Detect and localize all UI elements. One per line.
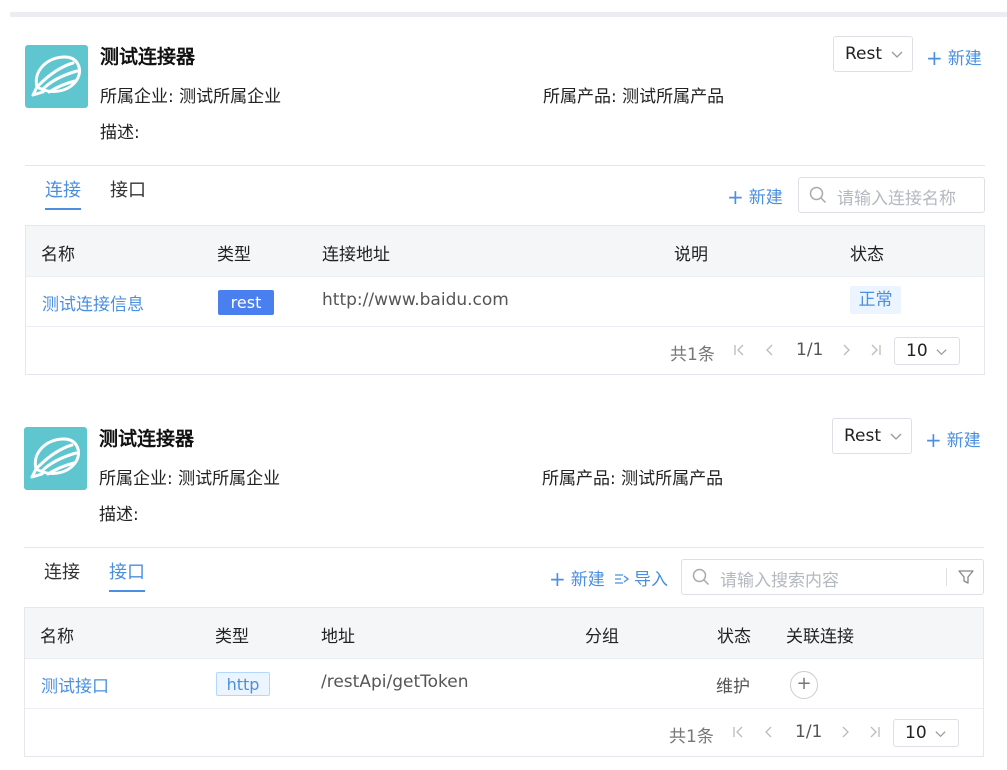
connection-table: 名称 类型 连接地址 说明 状态 测试连接信息 rest http://www.… (25, 225, 985, 375)
tab-connection[interactable]: 连接 (44, 558, 80, 584)
next-page-icon[interactable] (839, 342, 855, 358)
search-interface[interactable]: 请输入搜索内容 (681, 559, 984, 595)
page-indicator: 1/1 (795, 722, 823, 742)
shell-logo-icon (24, 427, 87, 490)
tab-connection[interactable]: 连接 (45, 176, 81, 202)
connector-card-2: 测试连接器 所属企业: 测试所属企业 所属产品: 测试所属产品 描述: Rest… (0, 382, 1007, 762)
pagination-total: 共1条 (669, 727, 714, 747)
page-size-value: 10 (906, 341, 928, 361)
new-connection-button[interactable]: + 新建 (727, 183, 783, 209)
company-info: 所属企业: 测试所属企业 (99, 469, 281, 489)
search-input[interactable]: 请输入连接名称 (837, 184, 956, 209)
first-page-icon[interactable] (731, 342, 747, 358)
last-page-icon[interactable] (868, 342, 884, 358)
connection-name-link[interactable]: 测试连接信息 (42, 290, 144, 315)
add-linked-connection-button[interactable]: + (790, 671, 818, 699)
connector-title: 测试连接器 (100, 46, 196, 68)
pagination-total: 共1条 (670, 345, 715, 365)
product-info: 所属产品: 测试所属产品 (542, 469, 724, 489)
new-connector-button[interactable]: + 新建 (926, 44, 982, 70)
chevron-down-icon (936, 349, 947, 356)
column-header: 连接地址 (322, 245, 390, 265)
import-icon (615, 574, 630, 584)
plus-icon: + (926, 46, 943, 70)
new-connector-label: 新建 (946, 431, 981, 451)
connector-card-1: 测试连接器 所属企业: 测试所属企业 所属产品: 测试所属产品 描述: Rest… (0, 0, 1007, 380)
tab-interface[interactable]: 接口 (109, 558, 145, 584)
column-header: 状态 (717, 627, 751, 647)
interface-table: 名称 类型 地址 分组 状态 关联连接 测试接口 http /restApi/g… (24, 607, 984, 757)
next-page-icon[interactable] (838, 724, 854, 740)
divider (24, 547, 984, 548)
description: 描述: (99, 505, 139, 525)
new-connector-label: 新建 (947, 49, 982, 69)
type-select-value: Rest (845, 44, 883, 64)
new-connection-label: 新建 (748, 188, 783, 208)
search-input[interactable]: 请输入搜索内容 (720, 566, 839, 591)
pagination: 共1条 1/1 10 (25, 708, 983, 756)
column-header: 名称 (41, 245, 75, 265)
plus-icon: + (727, 185, 744, 209)
tab-active-indicator (109, 590, 145, 592)
last-page-icon[interactable] (867, 724, 883, 740)
page-size-select[interactable]: 10 (894, 337, 960, 365)
separator (946, 568, 947, 586)
page-indicator: 1/1 (796, 340, 824, 360)
divider (25, 165, 985, 166)
page-size-select[interactable]: 10 (893, 719, 959, 747)
column-header: 分组 (585, 627, 619, 647)
new-interface-label: 新建 (570, 570, 605, 590)
type-tag: http (216, 672, 270, 696)
prev-page-icon[interactable] (761, 342, 777, 358)
connection-address: http://www.baidu.com (322, 290, 509, 310)
search-connection[interactable]: 请输入连接名称 (798, 177, 985, 213)
plus-icon: + (549, 567, 566, 591)
column-header: 说明 (674, 245, 708, 265)
table-row: 测试接口 http /restApi/getToken 维护 + (25, 658, 983, 709)
product-info: 所属产品: 测试所属产品 (543, 87, 725, 107)
prev-page-icon[interactable] (760, 724, 776, 740)
type-select[interactable]: Rest (833, 36, 913, 72)
new-connector-button[interactable]: + 新建 (925, 426, 981, 452)
table-header: 名称 类型 地址 分组 状态 关联连接 (25, 608, 983, 659)
new-interface-button[interactable]: + 新建 (549, 565, 605, 591)
plus-icon: + (925, 428, 942, 452)
interface-address: /restApi/getToken (321, 672, 469, 692)
chevron-down-icon (890, 433, 902, 440)
table-row: 测试连接信息 rest http://www.baidu.com 正常 (26, 276, 984, 327)
interface-name-link[interactable]: 测试接口 (41, 672, 109, 697)
tab-interface[interactable]: 接口 (110, 176, 146, 202)
shell-logo-icon (25, 45, 88, 108)
first-page-icon[interactable] (730, 724, 746, 740)
chevron-down-icon (935, 731, 946, 738)
column-header: 地址 (321, 627, 355, 647)
type-select[interactable]: Rest (832, 418, 912, 454)
column-header: 名称 (40, 627, 74, 647)
column-header: 状态 (850, 245, 884, 265)
table-header: 名称 类型 连接地址 说明 状态 (26, 226, 984, 277)
search-icon (809, 186, 827, 204)
pagination: 共1条 1/1 10 (26, 326, 984, 374)
column-header: 类型 (215, 627, 249, 647)
type-select-value: Rest (844, 426, 882, 446)
page-size-value: 10 (905, 723, 927, 743)
connector-title: 测试连接器 (99, 428, 195, 450)
status-badge: 正常 (850, 286, 901, 314)
type-tag: rest (218, 290, 274, 315)
tab-active-indicator (45, 208, 81, 210)
import-label: 导入 (634, 570, 668, 590)
filter-icon[interactable] (957, 568, 975, 586)
status-text: 维护 (716, 677, 750, 697)
column-header: 类型 (217, 245, 251, 265)
company-info: 所属企业: 测试所属企业 (100, 87, 282, 107)
column-header: 关联连接 (786, 627, 854, 647)
chevron-down-icon (891, 51, 903, 58)
description: 描述: (100, 123, 140, 143)
import-button[interactable]: 导入 (614, 565, 668, 590)
search-icon (692, 568, 710, 586)
